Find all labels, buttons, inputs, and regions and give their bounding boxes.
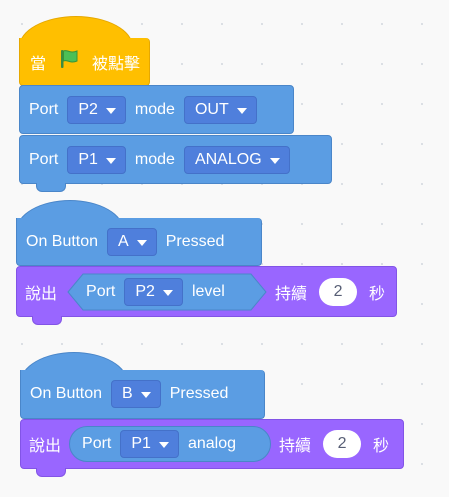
say-for-secs-block-2[interactable]: 說出 Port P1 analog 持續 2 秒	[20, 419, 404, 469]
duration-unit: 秒	[369, 285, 386, 303]
chevron-down-icon	[140, 392, 151, 398]
duration-label: 持續	[279, 438, 312, 455]
green-flag-icon	[58, 48, 80, 75]
port-dropdown[interactable]: P1	[67, 145, 126, 174]
say-label: 說出	[25, 285, 58, 303]
duration-input[interactable]: 2	[323, 430, 362, 458]
when-flag-clicked-block[interactable]: 當 被點擊	[19, 38, 150, 86]
reporter-port-label: Port	[82, 435, 112, 452]
port-label: Port	[29, 100, 59, 118]
chevron-down-icon	[158, 442, 169, 448]
block-notch	[36, 468, 66, 477]
block-notch	[36, 183, 66, 192]
on-button-a-block[interactable]: On Button A Pressed	[16, 218, 262, 266]
hat-prefix-text: 當	[30, 55, 47, 73]
reporter-port-dropdown[interactable]: P1	[120, 430, 179, 458]
mode-dropdown-value: ANALOG	[194, 150, 262, 168]
chevron-down-icon	[162, 289, 173, 296]
mode-dropdown[interactable]: OUT	[183, 95, 257, 124]
button-dropdown-value: A	[118, 232, 129, 250]
button-dropdown[interactable]: B	[111, 380, 161, 408]
port-mode-block-2[interactable]: Port P1 mode ANALOG	[19, 135, 332, 184]
hat-suffix-text: Pressed	[169, 385, 229, 402]
port-mode-block-1[interactable]: Port P2 mode OUT	[19, 85, 294, 134]
duration-input[interactable]: 2	[319, 277, 358, 306]
say-label: 說出	[29, 438, 62, 455]
reporter-suffix: analog	[187, 435, 236, 452]
mode-label: mode	[134, 150, 175, 168]
hat-suffix-text: Pressed	[165, 232, 225, 250]
port-dropdown-value: P2	[78, 100, 98, 118]
duration-unit: 秒	[373, 438, 390, 455]
mode-dropdown-value: OUT	[194, 100, 229, 118]
port-dropdown[interactable]: P2	[67, 95, 126, 124]
mode-dropdown[interactable]: ANALOG	[183, 145, 290, 174]
on-button-b-block[interactable]: On Button B Pressed	[20, 370, 265, 419]
button-dropdown[interactable]: A	[107, 227, 157, 256]
scripts-canvas[interactable]: 當 被點擊 Port P2 mode OUT Port P1 mode ANAL…	[0, 0, 449, 497]
chevron-down-icon	[105, 157, 116, 164]
button-dropdown-value: B	[122, 385, 133, 402]
reporter-port-dropdown[interactable]: P2	[124, 277, 183, 306]
duration-label: 持續	[275, 285, 308, 303]
port-label: Port	[29, 150, 59, 168]
chevron-down-icon	[269, 157, 280, 164]
reporter-port-value: P1	[131, 435, 151, 452]
say-for-secs-block-1[interactable]: 說出 Port P2 level 持續 2 秒	[16, 266, 397, 317]
reporter-port-label: Port	[86, 282, 116, 300]
reporter-port-value: P2	[135, 282, 155, 300]
chevron-down-icon	[105, 107, 116, 114]
block-notch	[32, 316, 62, 325]
port-level-reporter[interactable]: Port P2 level	[67, 273, 267, 311]
reporter-suffix: level	[191, 282, 225, 300]
port-analog-reporter[interactable]: Port P1 analog	[69, 426, 272, 462]
chevron-down-icon	[236, 107, 247, 114]
mode-label: mode	[134, 100, 175, 118]
chevron-down-icon	[136, 239, 147, 246]
hat-suffix-text: 被點擊	[92, 55, 141, 73]
hat-prefix-text: On Button	[26, 232, 99, 250]
port-dropdown-value: P1	[78, 150, 98, 168]
hat-prefix-text: On Button	[30, 385, 103, 402]
